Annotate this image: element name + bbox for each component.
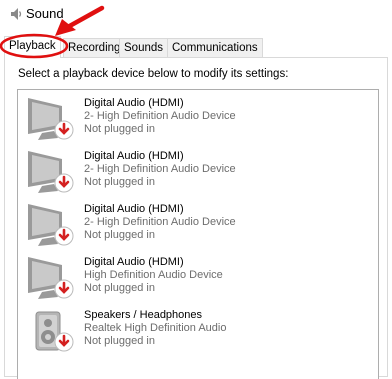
device-description: 2- High Definition Audio Device <box>84 163 236 175</box>
monitor-icon <box>28 257 74 299</box>
tab-sounds[interactable]: Sounds <box>119 38 169 57</box>
device-status: Not plugged in <box>84 335 155 347</box>
device-item[interactable]: Digital Audio (HDMI) 2- High Definition … <box>18 143 378 195</box>
device-status: Not plugged in <box>84 229 155 241</box>
device-item[interactable]: Digital Audio (HDMI) 2- High Definition … <box>18 196 378 248</box>
tab-playback[interactable]: Playback <box>4 36 61 58</box>
monitor-icon <box>28 98 74 140</box>
instruction-text: Select a playback device below to modify… <box>18 68 289 80</box>
device-description: Realtek High Definition Audio <box>84 322 227 334</box>
title-bar: Sound <box>0 0 392 30</box>
device-item[interactable]: Digital Audio (HDMI) High Definition Aud… <box>18 249 378 301</box>
device-name: Digital Audio (HDMI) <box>84 256 184 268</box>
device-status: Not plugged in <box>84 282 155 294</box>
device-name: Digital Audio (HDMI) <box>84 97 184 109</box>
device-name: Speakers / Headphones <box>84 309 203 321</box>
device-name: Digital Audio (HDMI) <box>84 150 184 162</box>
device-description: 2- High Definition Audio Device <box>84 216 236 228</box>
monitor-icon <box>28 151 74 193</box>
device-status: Not plugged in <box>84 176 155 188</box>
playback-device-list[interactable]: Digital Audio (HDMI) 2- High Definition … <box>17 89 379 379</box>
device-description: 2- High Definition Audio Device <box>84 110 236 122</box>
monitor-icon <box>28 204 74 246</box>
speaker-icon <box>35 311 74 352</box>
tab-recording[interactable]: Recording <box>63 38 126 57</box>
device-item[interactable]: Digital Audio (HDMI) 2- High Definition … <box>18 90 378 142</box>
tab-communications[interactable]: Communications <box>167 38 263 57</box>
device-status: Not plugged in <box>84 123 155 135</box>
device-name: Digital Audio (HDMI) <box>84 203 184 215</box>
device-description: High Definition Audio Device <box>84 269 223 281</box>
window-title: Sound <box>26 6 64 21</box>
speaker-app-icon <box>11 8 22 20</box>
device-item[interactable]: Speakers / Headphones Realtek High Defin… <box>18 302 378 354</box>
